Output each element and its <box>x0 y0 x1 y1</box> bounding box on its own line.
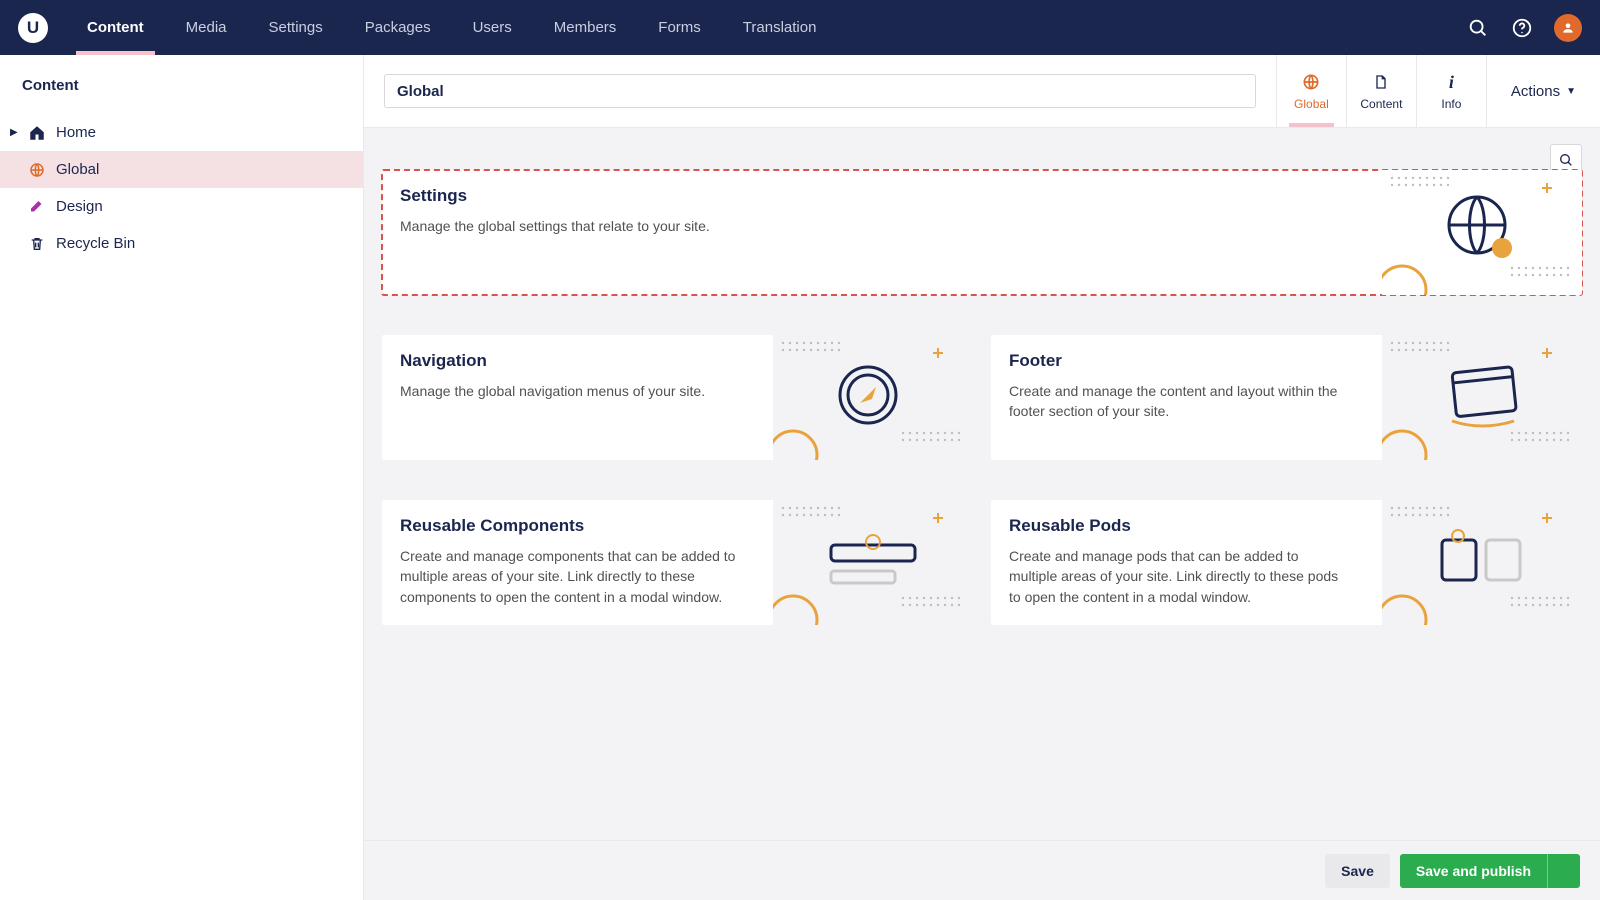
save-button[interactable]: Save <box>1325 854 1390 888</box>
view-tab-info[interactable]: i Info <box>1416 55 1486 127</box>
tree-item-label: Home <box>56 124 96 141</box>
top-nav-item-media[interactable]: Media <box>165 0 248 55</box>
view-tab-label: Global <box>1294 97 1329 111</box>
content-tree-sidebar: Content ▶ Home Global Design Recycle Bin <box>0 55 364 900</box>
card-reusable-components[interactable]: Reusable Components Create and manage com… <box>382 500 973 625</box>
top-nav-items: ContentMediaSettingsPackagesUsersMembers… <box>66 0 837 55</box>
card-title: Reusable Components <box>400 516 755 536</box>
tree-item-home[interactable]: ▶ Home <box>0 114 363 151</box>
globe-o-icon <box>1301 71 1321 93</box>
info-i-icon: i <box>1449 71 1454 93</box>
top-nav-item-translation[interactable]: Translation <box>722 0 838 55</box>
card-title: Reusable Pods <box>1009 516 1364 536</box>
view-tab-global[interactable]: Global <box>1276 55 1346 127</box>
caret-down-icon: ▼ <box>1566 86 1576 97</box>
top-nav: U ContentMediaSettingsPackagesUsersMembe… <box>0 0 1600 55</box>
tree-item-recycle-bin[interactable]: Recycle Bin <box>0 225 363 262</box>
tree-item-label: Design <box>56 198 103 215</box>
save-and-publish-button[interactable]: Save and publish <box>1400 854 1547 888</box>
card-title: Navigation <box>400 351 755 371</box>
globe-icon <box>24 161 50 179</box>
content-tree: ▶ Home Global Design Recycle Bin <box>0 114 363 262</box>
publish-options-button[interactable] <box>1547 854 1580 888</box>
top-nav-item-packages[interactable]: Packages <box>344 0 452 55</box>
top-nav-item-members[interactable]: Members <box>533 0 638 55</box>
doc-icon <box>1373 71 1389 93</box>
card-footer[interactable]: Footer Create and manage the content and … <box>991 335 1582 460</box>
design-icon <box>24 198 50 216</box>
editor-main: Global Content i Info Actions ▼ Settings Man… <box>364 55 1600 900</box>
node-name-input[interactable] <box>384 74 1256 108</box>
card-illustration <box>773 335 973 460</box>
top-nav-item-users[interactable]: Users <box>452 0 533 55</box>
tree-item-global[interactable]: Global <box>0 151 363 188</box>
top-nav-item-content[interactable]: Content <box>66 0 165 55</box>
card-navigation[interactable]: Navigation Manage the global navigation m… <box>382 335 973 460</box>
card-settings[interactable]: Settings Manage the global settings that … <box>382 170 1582 295</box>
tree-item-label: Recycle Bin <box>56 235 135 252</box>
editor-canvas: Settings Manage the global settings that … <box>364 128 1600 840</box>
card-illustration <box>773 500 973 625</box>
view-tab-content[interactable]: Content <box>1346 55 1416 127</box>
editor-footer: Save Save and publish <box>364 840 1600 900</box>
card-title: Settings <box>400 186 1364 206</box>
card-description: Create and manage the content and layout… <box>1009 381 1349 422</box>
tree-item-label: Global <box>56 161 99 178</box>
tree-item-design[interactable]: Design <box>0 188 363 225</box>
card-illustration <box>1382 170 1582 295</box>
card-reusable-pods[interactable]: Reusable Pods Create and manage pods that… <box>991 500 1582 625</box>
card-illustration <box>1382 335 1582 460</box>
actions-label: Actions <box>1511 83 1560 100</box>
top-nav-item-forms[interactable]: Forms <box>637 0 722 55</box>
app-logo[interactable]: U <box>18 13 48 43</box>
card-description: Manage the global settings that relate t… <box>400 216 740 236</box>
sidebar-title: Content <box>0 55 363 114</box>
card-description: Manage the global navigation menus of yo… <box>400 381 740 401</box>
help-icon[interactable] <box>1510 16 1534 40</box>
card-illustration <box>1382 500 1582 625</box>
tree-expander-icon[interactable]: ▶ <box>10 127 24 138</box>
card-title: Footer <box>1009 351 1364 371</box>
search-icon[interactable] <box>1466 16 1490 40</box>
actions-menu-button[interactable]: Actions ▼ <box>1486 55 1600 127</box>
card-description: Create and manage components that can be… <box>400 546 740 607</box>
user-avatar[interactable] <box>1554 14 1582 42</box>
view-tab-label: Info <box>1441 97 1461 111</box>
trash-icon <box>24 235 50 253</box>
view-tabs: Global Content i Info <box>1276 55 1486 127</box>
top-nav-item-settings[interactable]: Settings <box>248 0 344 55</box>
view-tab-label: Content <box>1360 97 1402 111</box>
editor-subheader: Global Content i Info Actions ▼ <box>364 55 1600 128</box>
home-icon <box>24 124 50 142</box>
card-description: Create and manage pods that can be added… <box>1009 546 1349 607</box>
